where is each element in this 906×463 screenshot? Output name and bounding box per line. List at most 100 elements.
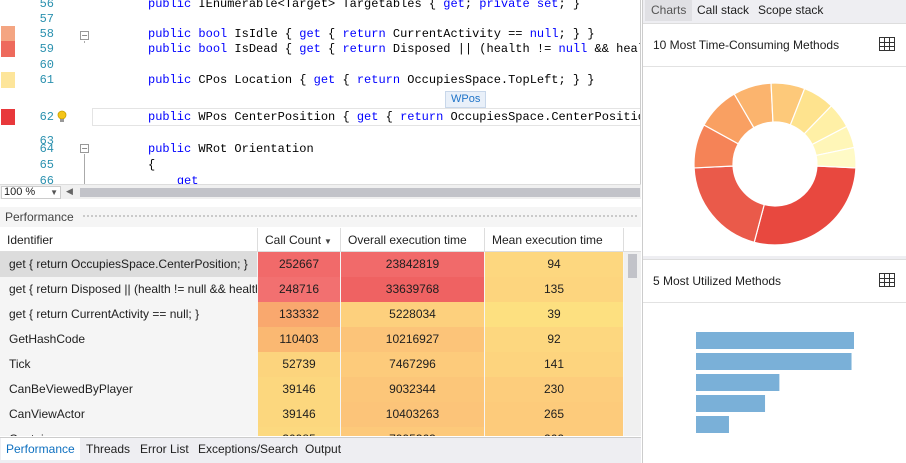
collapse-icon[interactable]: − <box>80 144 89 153</box>
column-header-mean-time[interactable]: Mean execution time <box>485 228 624 252</box>
line-number: 59 <box>39 42 54 56</box>
tab-performance[interactable]: Performance <box>1 438 80 460</box>
donut-chart <box>693 82 857 246</box>
tab-threads[interactable]: Threads <box>81 438 135 460</box>
code-line[interactable]: 59 public bool IsDead { get { return Disp… <box>0 41 640 57</box>
cell-mean-time: 141 <box>485 352 623 377</box>
performance-table: Identifier Call Count ▼ Overall execution… <box>0 228 641 436</box>
bottom-tab-strip: Performance Threads Error List Exception… <box>0 437 641 463</box>
cell-identifier: get { return CurrentActivity == null; } <box>9 307 200 321</box>
table-row[interactable]: get { return Disposed || (health != null… <box>0 277 623 302</box>
cell-call-count: 110403 <box>258 327 340 352</box>
table-row[interactable]: CanBeViewedByPlayer 39146 9032344 230 <box>0 377 623 402</box>
donut-slice[interactable] <box>753 165 857 246</box>
bar-chart-card: 5 Most Utilized Methods <box>643 259 906 463</box>
cell-mean-time: 92 <box>485 327 623 352</box>
cell-mean-time: 94 <box>485 252 623 277</box>
zoom-value: 100 % <box>4 186 36 198</box>
bar[interactable] <box>696 416 729 433</box>
code-line[interactable]: 66 get <box>0 173 640 184</box>
cell-identifier: CanBeViewedByPlayer <box>9 382 133 396</box>
scrollbar-thumb[interactable] <box>80 188 640 197</box>
cell-identifier: GetHashCode <box>9 332 86 346</box>
cell-mean-time: 39 <box>485 302 623 327</box>
code-line[interactable]: 65 { <box>0 157 640 173</box>
code-line[interactable]: 61 public CPos Location { get { return Oc… <box>0 72 640 88</box>
tab-call-stack[interactable]: Call stack <box>691 0 755 21</box>
code-text: public bool IsIdle { get { return Curren… <box>148 27 595 41</box>
line-number: 57 <box>39 12 54 26</box>
bar[interactable] <box>696 353 852 370</box>
line-number: 58 <box>39 27 54 41</box>
drag-grip[interactable] <box>82 214 637 219</box>
cell-call-count: 133332 <box>258 302 340 327</box>
bar[interactable] <box>696 395 766 412</box>
line-number: 60 <box>39 58 54 72</box>
scrollbar-thumb[interactable] <box>628 254 637 278</box>
cell-mean-time: 262 <box>485 427 623 436</box>
cell-identifier: get { return Disposed || (health != null… <box>9 282 257 296</box>
lightbulb-icon[interactable] <box>56 110 68 124</box>
column-header-identifier[interactable]: Identifier <box>0 228 258 252</box>
tab-charts[interactable]: Charts <box>645 0 693 21</box>
chart-tab-strip: Charts Call stack Scope stack <box>643 0 906 21</box>
tab-error-list[interactable]: Error List <box>135 438 194 460</box>
table-row[interactable]: Contains309857995363262 <box>0 427 623 436</box>
tab-output[interactable]: Output <box>300 438 346 460</box>
cell-overall-time: 33639768 <box>341 277 484 302</box>
table-row[interactable]: CanViewActor 39146 10403263 265 <box>0 402 623 427</box>
line-number: 65 <box>39 158 54 172</box>
code-text: public WRot Orientation <box>148 142 314 156</box>
code-line[interactable]: 62 public WPos CenterPosition { get { ret… <box>0 109 640 125</box>
outline-guide <box>84 41 85 43</box>
table-vertical-scrollbar[interactable] <box>624 252 641 436</box>
hotspot-marker <box>1 41 15 57</box>
quick-info-tooltip: WPos <box>445 91 487 108</box>
cell-call-count: 52739 <box>258 352 340 377</box>
bar-chart <box>696 332 854 433</box>
table-row[interactable]: get { return CurrentActivity == null; } 1… <box>0 302 623 327</box>
column-header-overall-time[interactable]: Overall execution time <box>341 228 485 252</box>
donut-slice[interactable] <box>693 165 765 244</box>
cell-identifier: get { return OccupiesSpace.CenterPositio… <box>0 252 257 277</box>
bar-chart-title: 5 Most Utilized Methods <box>653 274 782 288</box>
cell-mean-time: 135 <box>485 277 623 302</box>
sort-descending-icon: ▼ <box>324 237 332 246</box>
cell-call-count: 248716 <box>258 277 340 302</box>
cell-overall-time: 5228034 <box>341 302 484 327</box>
charts-panel: Charts Call stack Scope stack 10 Most Ti… <box>642 0 906 463</box>
editor-horizontal-scrollbar[interactable]: 100 % ▼ ◀ <box>0 184 641 199</box>
cell-overall-time: 10216927 <box>341 327 484 352</box>
cell-call-count: 39146 <box>258 377 340 402</box>
tab-exceptions-search[interactable]: Exceptions/Search <box>193 438 303 460</box>
code-editor[interactable]: 56 public IEnumerable<Target> Targetables… <box>0 0 641 184</box>
table-view-icon[interactable] <box>879 37 895 51</box>
column-header-call-count[interactable]: Call Count ▼ <box>258 228 341 252</box>
outline-guide <box>84 154 85 184</box>
code-line[interactable]: 64 public WRot Orientation <box>0 141 640 157</box>
cell-identifier: Contains <box>0 427 257 436</box>
code-line[interactable]: 58 public bool IsIdle { get { return Curr… <box>0 26 640 42</box>
bar[interactable] <box>696 332 854 349</box>
scroll-left-icon[interactable]: ◀ <box>66 186 73 197</box>
code-text: public CPos Location { get { return Occu… <box>148 73 595 87</box>
tab-scope-stack[interactable]: Scope stack <box>752 0 829 21</box>
table-view-icon[interactable] <box>879 273 895 287</box>
donut-chart-title: 10 Most Time-Consuming Methods <box>653 38 840 52</box>
table-row[interactable]: GetHashCode 110403 10216927 92 <box>0 327 623 352</box>
cell-overall-time: 9032344 <box>341 377 484 402</box>
code-line[interactable]: 57 <box>0 11 640 27</box>
table-row[interactable]: get { return OccupiesSpace.CenterPositio… <box>0 252 623 277</box>
cell-identifier: CanViewActor <box>9 407 85 421</box>
table-header: Identifier Call Count ▼ Overall execution… <box>0 228 641 252</box>
cell-call-count: 252667 <box>258 252 340 277</box>
collapse-icon[interactable]: − <box>80 31 89 40</box>
cell-mean-time: 265 <box>485 402 623 427</box>
code-line[interactable]: 60 <box>0 57 640 73</box>
cell-call-count: 39146 <box>258 402 340 427</box>
bar[interactable] <box>696 374 780 391</box>
table-row[interactable]: Tick 52739 7467296 141 <box>0 352 623 377</box>
cell-overall-time: 10403263 <box>341 402 484 427</box>
zoom-selector[interactable]: 100 % ▼ <box>1 186 61 199</box>
code-text: public bool IsDead { get { return Dispos… <box>148 42 640 56</box>
